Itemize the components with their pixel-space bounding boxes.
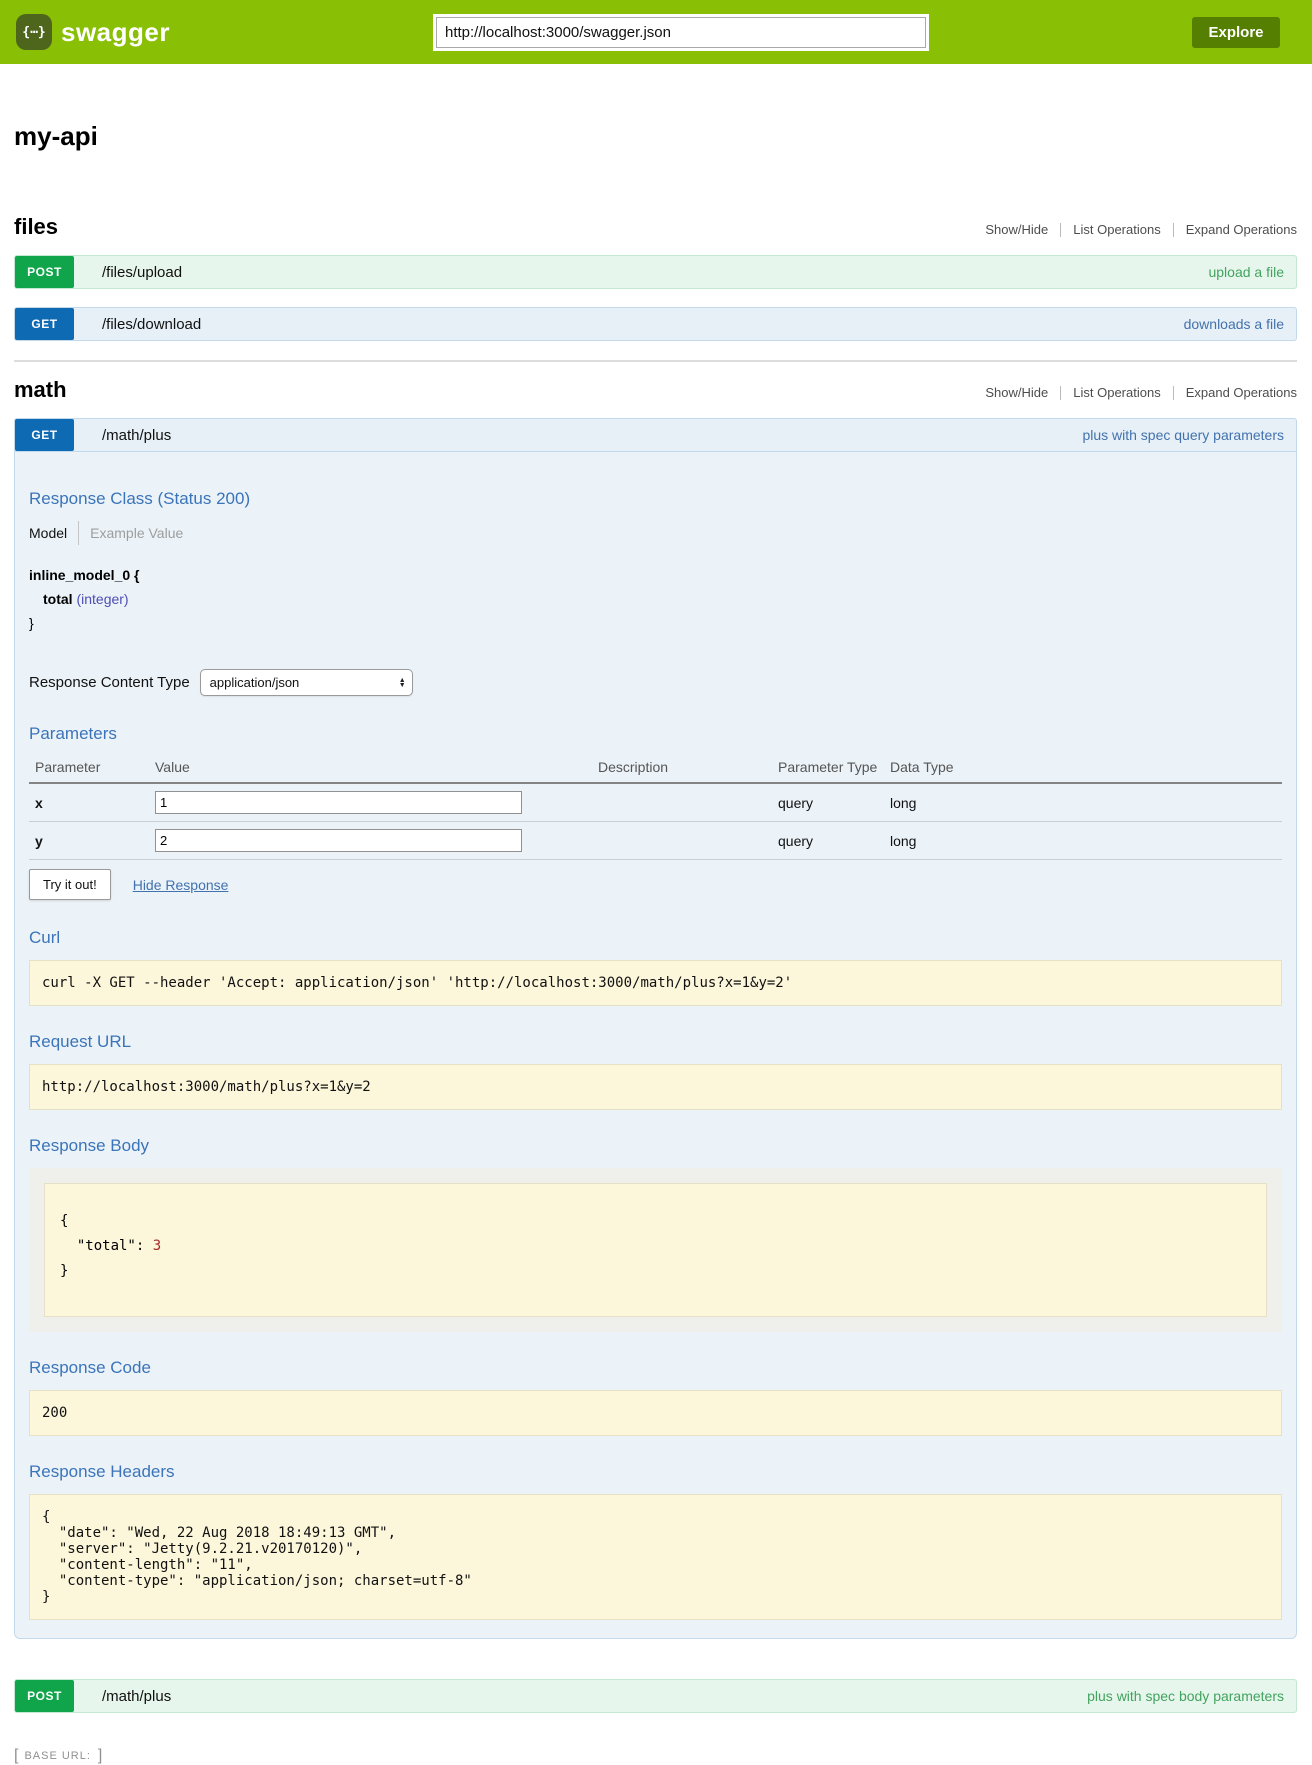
param-description: [598, 783, 778, 822]
operation-path[interactable]: /files/download: [102, 316, 201, 333]
footer-bracket-open: [: [14, 1747, 18, 1765]
request-url-heading: Request URL: [29, 1032, 1282, 1052]
model-prop-type: (integer): [76, 591, 128, 607]
tab-example-value[interactable]: Example Value: [90, 525, 183, 541]
param-x-value-input[interactable]: [155, 791, 522, 814]
math-list-operations-link[interactable]: List Operations: [1073, 385, 1160, 400]
operation-row-math-plus-get: GET /math/plus plus with spec query para…: [14, 418, 1297, 1639]
response-headers-heading: Response Headers: [29, 1462, 1282, 1482]
curl-heading: Curl: [29, 928, 1282, 948]
swagger-logo-text: swagger: [61, 17, 170, 48]
param-y-value-input[interactable]: [155, 829, 522, 852]
separator: [1173, 223, 1174, 237]
operation-detail-panel: Response Class (Status 200) Model Exampl…: [14, 452, 1297, 1639]
model-tabs: Model Example Value: [29, 521, 1282, 545]
math-expand-operations-link[interactable]: Expand Operations: [1186, 385, 1297, 400]
section-divider: [14, 360, 1297, 362]
tab-model[interactable]: Model: [29, 525, 67, 541]
selected-content-type: application/json: [210, 675, 300, 690]
operation-path[interactable]: /math/plus: [102, 1688, 171, 1705]
json-close-brace: }: [60, 1259, 1251, 1284]
json-open-brace: {: [60, 1209, 1251, 1234]
response-body-heading: Response Body: [29, 1136, 1282, 1156]
response-class-heading: Response Class (Status 200): [29, 452, 1282, 509]
operation-path[interactable]: /files/upload: [102, 264, 182, 281]
parameters-table: Parameter Value Description Parameter Ty…: [29, 754, 1282, 860]
method-badge-get: GET: [15, 308, 74, 340]
try-it-out-button[interactable]: Try it out!: [29, 869, 111, 900]
section-header-math: math Show/Hide List Operations Expand Op…: [14, 377, 1297, 403]
response-code-value: 200: [29, 1390, 1282, 1436]
page-title: my-api: [14, 121, 1297, 152]
response-body-json: { "total": 3 }: [44, 1183, 1267, 1317]
method-badge-post: POST: [15, 256, 74, 288]
section-title-math[interactable]: math: [14, 377, 67, 403]
tab-separator: [78, 521, 79, 545]
files-show-hide-link[interactable]: Show/Hide: [985, 222, 1048, 237]
files-list-operations-link[interactable]: List Operations: [1073, 222, 1160, 237]
explore-button[interactable]: Explore: [1192, 17, 1280, 48]
request-url-value: http://localhost:3000/math/plus?x=1&y=2: [29, 1064, 1282, 1110]
api-url-input[interactable]: [436, 17, 926, 48]
top-bar: {⋯} swagger Explore: [0, 0, 1312, 64]
footer-bracket-close: ]: [98, 1747, 102, 1765]
model-close-line: }: [29, 611, 1282, 635]
param-type: query: [778, 783, 890, 822]
col-header-parameter-type: Parameter Type: [778, 754, 890, 783]
json-number-value: 3: [153, 1238, 161, 1254]
param-row-y: y query long: [29, 822, 1282, 860]
operation-row-files-upload: POST /files/upload upload a file: [14, 255, 1297, 289]
col-header-data-type: Data Type: [890, 754, 1282, 783]
response-headers-json: { "date": "Wed, 22 Aug 2018 18:49:13 GMT…: [29, 1494, 1282, 1620]
param-data-type: long: [890, 822, 1282, 860]
hide-response-link[interactable]: Hide Response: [133, 877, 229, 893]
swagger-braces-icon: {⋯}: [16, 14, 52, 50]
footer-base-url-label: BASE URL:: [24, 1750, 90, 1762]
base-url-footer: [ BASE URL: ]: [0, 1747, 1312, 1765]
operation-row-files-download: GET /files/download downloads a file: [14, 307, 1297, 341]
param-row-x: x query long: [29, 783, 1282, 822]
param-description: [598, 822, 778, 860]
operation-summary[interactable]: upload a file: [1208, 264, 1284, 280]
section-header-files: files Show/Hide List Operations Expand O…: [14, 214, 1297, 240]
method-badge-get: GET: [15, 419, 74, 451]
separator: [1060, 386, 1061, 400]
model-signature: inline_model_0 { total (integer) }: [29, 563, 1282, 635]
separator: [1060, 223, 1061, 237]
curl-command: curl -X GET --header 'Accept: applicatio…: [29, 960, 1282, 1006]
response-code-heading: Response Code: [29, 1358, 1282, 1378]
response-body-container: { "total": 3 }: [29, 1168, 1282, 1332]
param-data-type: long: [890, 783, 1282, 822]
param-type: query: [778, 822, 890, 860]
param-name: x: [29, 783, 155, 822]
section-title-files[interactable]: files: [14, 214, 58, 240]
response-content-type-label: Response Content Type: [29, 674, 190, 691]
operation-path[interactable]: /math/plus: [102, 427, 171, 444]
param-name: y: [29, 822, 155, 860]
col-header-description: Description: [598, 754, 778, 783]
separator: [1173, 386, 1174, 400]
operation-summary[interactable]: downloads a file: [1184, 316, 1284, 332]
operation-row-math-plus-post: POST /math/plus plus with spec body para…: [14, 1679, 1297, 1713]
swagger-logo[interactable]: {⋯} swagger: [16, 14, 170, 50]
parameters-heading: Parameters: [29, 724, 1282, 744]
col-header-parameter: Parameter: [29, 754, 155, 783]
model-open-line: inline_model_0 {: [29, 563, 1282, 587]
response-content-type-select[interactable]: application/json ▲▼: [200, 669, 413, 696]
model-prop-name: total: [43, 591, 73, 607]
col-header-value: Value: [155, 754, 598, 783]
select-arrows-icon: ▲▼: [399, 678, 406, 688]
operation-summary[interactable]: plus with spec body parameters: [1087, 1688, 1284, 1704]
operation-summary[interactable]: plus with spec query parameters: [1082, 427, 1284, 443]
method-badge-post: POST: [15, 1680, 74, 1712]
files-expand-operations-link[interactable]: Expand Operations: [1186, 222, 1297, 237]
json-key: "total":: [60, 1238, 153, 1254]
math-show-hide-link[interactable]: Show/Hide: [985, 385, 1048, 400]
